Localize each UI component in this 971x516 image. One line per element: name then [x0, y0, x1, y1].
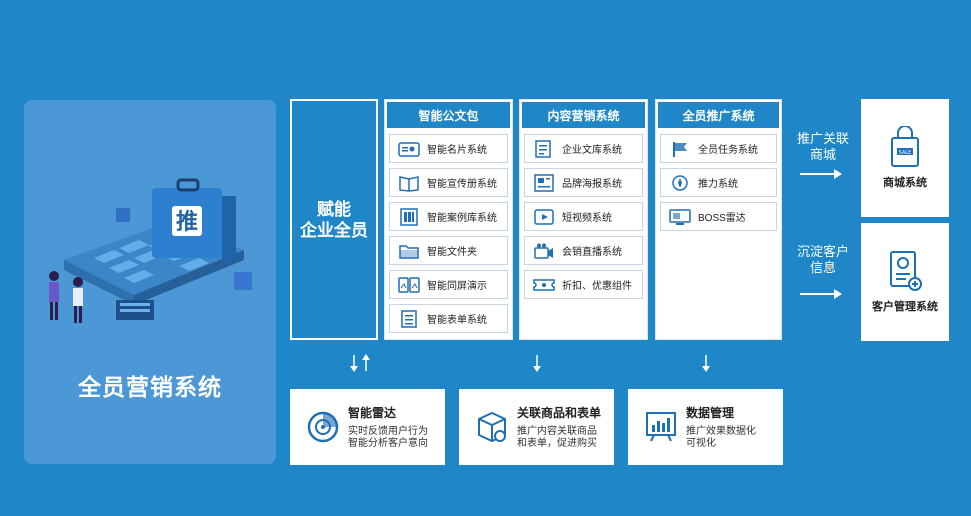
item-label: 智能同屏演示 [427, 281, 487, 292]
item-label: 推力系统 [698, 179, 738, 190]
list-item[interactable]: 智能名片系统 [389, 134, 508, 163]
folder-icon [398, 242, 420, 260]
item-label: 全员任务系统 [698, 145, 758, 156]
hero-panel: 推 全员营销系统 [24, 100, 276, 464]
list-item[interactable]: 智能表单系统 [389, 304, 508, 333]
arrow-right-icon [800, 289, 842, 299]
item-label: 会销直播系统 [562, 247, 622, 258]
card-title: 智能雷达 [348, 406, 397, 420]
hero-badge-char: 推 [176, 210, 198, 235]
radar-icon [307, 411, 339, 443]
business-card-icon [398, 140, 420, 158]
live-camera-icon [533, 242, 555, 260]
item-label: BOSS雷达 [698, 213, 746, 224]
list-item[interactable]: 智能宣传册系统 [389, 168, 508, 197]
poster-icon [533, 173, 555, 192]
customer-profile-icon [890, 251, 922, 291]
card-title: 关联商品和表单 [517, 406, 602, 420]
empower-text: 赋能 企业全员 [300, 199, 368, 240]
package-icon [478, 411, 506, 443]
svg-text:SALE: SALE [899, 150, 912, 156]
list-item[interactable]: BOSS雷达 [660, 202, 777, 231]
hero-title: 全员营销系统 [78, 374, 222, 400]
column-all-staff-promotion: 全员推广系统 全员任务系统 推力系统 BOSS雷达 [655, 99, 782, 340]
list-item[interactable]: 品牌海报系统 [524, 168, 643, 197]
brochure-icon [398, 174, 420, 192]
item-label: 智能表单系统 [427, 315, 487, 326]
mall-system-box[interactable]: SALE 商城系统 [861, 99, 949, 217]
column-title: 全员推广系统 [656, 100, 781, 130]
arrow-down-icon [702, 355, 710, 372]
system-label: 商城系统 [883, 177, 927, 189]
item-label: 智能宣传册系统 [427, 179, 497, 190]
document-library-icon [533, 139, 555, 158]
flow-label-customer: 沉淀客户 信息 [796, 244, 849, 275]
item-label: 智能名片系统 [427, 145, 487, 156]
item-label: 短视频系统 [562, 213, 612, 224]
card-title: 数据管理 [686, 406, 735, 420]
arrow-down-icon [533, 355, 541, 372]
list-item[interactable]: 全员任务系统 [660, 134, 777, 163]
column-title: 智能公文包 [385, 100, 512, 130]
bidirectional-arrow-icon [350, 354, 370, 372]
flow-label-mall: 推广关联 商城 [796, 131, 849, 162]
item-label: 品牌海报系统 [562, 179, 622, 190]
list-item[interactable]: 智能案例库系统 [389, 202, 508, 231]
card-data-management[interactable]: 数据管理 推广效果数据化 可视化 [628, 389, 783, 465]
coupon-icon [533, 276, 555, 294]
data-chart-icon [646, 412, 676, 442]
card-desc: 推广效果数据化 可视化 [686, 426, 756, 449]
arrow-right-icon [800, 169, 842, 179]
monitor-icon [669, 208, 691, 226]
item-label: 企业文库系统 [562, 145, 622, 156]
item-label: 智能案例库系统 [427, 213, 497, 224]
case-library-icon [398, 207, 420, 226]
card-desc: 推广内容关联商品 和表单，促进购买 [517, 426, 597, 449]
flag-icon [669, 140, 691, 158]
list-item[interactable]: 折扣、优惠组件 [524, 270, 643, 299]
rocket-icon [669, 174, 691, 192]
crm-system-box[interactable]: 客户管理系统 [861, 223, 949, 341]
card-linked-products-forms[interactable]: 关联商品和表单 推广内容关联商品 和表单，促进购买 [459, 389, 614, 465]
column-smart-briefcase: 智能公文包 智能名片系统 智能宣传册系统 智能案例库系统 智能文件夹 智能同屏演… [384, 99, 513, 340]
card-smart-radar[interactable]: 智能雷达 实时反馈用户行为 智能分析客户意向 [290, 389, 445, 465]
list-item[interactable]: 智能同屏演示 [389, 270, 508, 299]
card-desc: 实时反馈用户行为 智能分析客户意向 [348, 426, 428, 449]
column-title: 内容营销系统 [520, 100, 647, 130]
screen-share-icon [398, 276, 420, 294]
column-content-marketing: 内容营销系统 企业文库系统 品牌海报系统 短视频系统 会销直播系统 折扣、优惠组… [519, 99, 648, 340]
item-label: 折扣、优惠组件 [562, 281, 632, 292]
empower-column: 赋能 企业全员 [290, 99, 378, 340]
list-item[interactable]: 企业文库系统 [524, 134, 643, 163]
form-icon [398, 309, 420, 328]
list-item[interactable]: 推力系统 [660, 168, 777, 197]
system-label: 客户管理系统 [872, 301, 938, 313]
marketing-illustration: 推 [49, 178, 252, 323]
item-label: 智能文件夹 [427, 247, 477, 258]
shopping-bag-icon: SALE [891, 126, 919, 167]
list-item[interactable]: 短视频系统 [524, 202, 643, 231]
list-item[interactable]: 智能文件夹 [389, 236, 508, 265]
list-item[interactable]: 会销直播系统 [524, 236, 643, 265]
video-icon [533, 208, 555, 226]
